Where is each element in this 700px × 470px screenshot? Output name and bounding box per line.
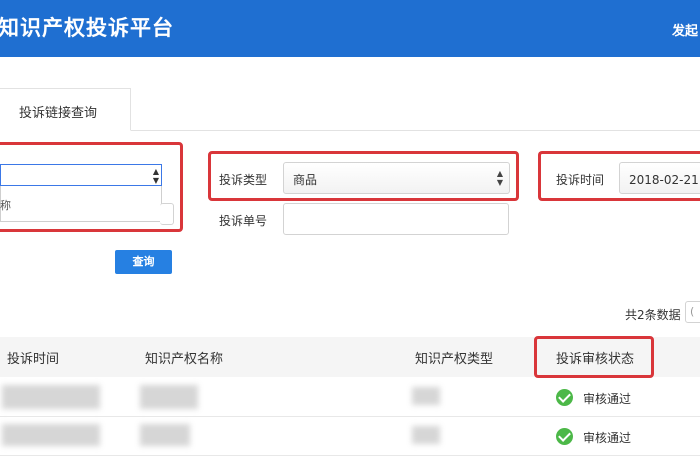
- highlight-box-time: [538, 151, 700, 201]
- page-size-select[interactable]: (: [685, 301, 700, 323]
- query-button[interactable]: 查询: [115, 250, 172, 274]
- highlight-box-type: [208, 151, 519, 201]
- platform-title: 知识产权投诉平台: [0, 16, 174, 40]
- result-count: 共2条数据: [625, 308, 681, 322]
- column-header-type: 知识产权类型: [415, 352, 494, 367]
- check-circle-icon: [556, 428, 573, 445]
- blurred-cell-time: [2, 385, 100, 409]
- highlight-box-left: [0, 142, 183, 232]
- row-divider: [0, 455, 700, 456]
- blurred-cell-name: [140, 385, 198, 409]
- number-input[interactable]: [283, 203, 509, 235]
- blurred-cell-time: [2, 424, 100, 446]
- highlight-box-status: [534, 336, 654, 378]
- row-divider: [0, 416, 700, 417]
- check-circle-icon: [556, 389, 573, 406]
- pager-text: (: [690, 305, 695, 318]
- header-action-link[interactable]: 发起: [672, 20, 698, 39]
- tab-link-query[interactable]: 投诉链接查询: [0, 88, 131, 131]
- top-header: 知识产权投诉平台 发起: [0, 0, 700, 57]
- tab-label: 投诉链接查询: [19, 106, 98, 121]
- status-text: 审核通过: [583, 392, 632, 406]
- column-header-time: 投诉时间: [7, 352, 60, 367]
- blurred-cell-type: [412, 426, 440, 444]
- status-text: 审核通过: [583, 431, 632, 445]
- blurred-cell-name: [140, 424, 190, 446]
- blurred-cell-type: [412, 387, 440, 405]
- number-label: 投诉单号: [219, 214, 268, 228]
- column-header-name: 知识产权名称: [145, 352, 224, 367]
